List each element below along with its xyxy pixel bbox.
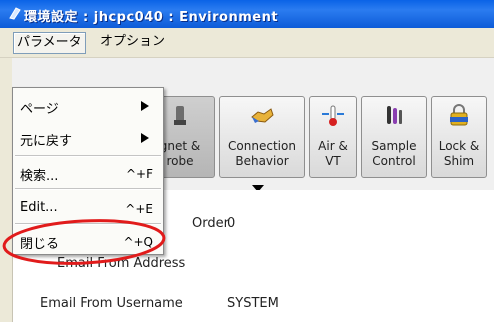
shortcut-label: ^+E bbox=[125, 202, 153, 216]
lock-auto-icon bbox=[450, 104, 468, 126]
sample-control-button[interactable]: Sample Control bbox=[361, 96, 427, 178]
shortcut-label: ^+F bbox=[125, 167, 153, 181]
submenu-arrow-icon bbox=[141, 133, 149, 143]
row-label: Email From Username bbox=[40, 296, 183, 311]
menu-item-close[interactable]: 閉じる ^+Q bbox=[13, 227, 163, 255]
menu-item-page[interactable]: ページ bbox=[13, 92, 163, 120]
sample-control-label: Sample Control bbox=[371, 139, 417, 168]
row-value: 0 bbox=[227, 216, 236, 231]
submenu-arrow-icon bbox=[141, 101, 149, 111]
connection-behavior-label: Connection Behavior bbox=[228, 139, 296, 168]
settings-row[interactable]: Email From Username SYSTEM bbox=[13, 286, 494, 324]
menu-separator bbox=[15, 188, 161, 190]
magnet-probe-icon bbox=[174, 106, 186, 125]
lock-shim-button[interactable]: Lock & Shim bbox=[431, 96, 487, 178]
shortcut-label: ^+Q bbox=[123, 235, 153, 249]
menu-options[interactable]: オプション bbox=[97, 32, 168, 52]
handshake-icon bbox=[251, 108, 274, 123]
air-vt-label: Air & VT bbox=[318, 139, 348, 168]
menu-parameters[interactable]: パラメータ bbox=[13, 32, 86, 54]
connection-behavior-button[interactable]: Connection Behavior bbox=[219, 96, 305, 178]
thermometer-icon bbox=[322, 105, 344, 126]
row-label: Order bbox=[192, 216, 229, 231]
sample-tubes-icon bbox=[387, 106, 402, 124]
row-value: SYSTEM bbox=[227, 296, 279, 311]
menu-separator bbox=[15, 155, 161, 157]
app-icon bbox=[9, 7, 21, 20]
lock-shim-label: Lock & Shim bbox=[438, 139, 480, 168]
parameters-dropdown-menu: ページ 元に戻す 検索... ^+F Edit... ^+E 閉じる ^+Q bbox=[12, 87, 164, 255]
menu-separator bbox=[15, 223, 161, 225]
menu-item-undo[interactable]: 元に戻す bbox=[13, 124, 163, 152]
row-label: Email From Address bbox=[57, 256, 186, 271]
air-vt-button[interactable]: Air & VT bbox=[309, 96, 357, 178]
title-bar[interactable]: 環境設定 : jhcpc040 : Environment bbox=[0, 0, 494, 28]
window-title: 環境設定 : jhcpc040 : Environment bbox=[24, 10, 279, 25]
menu-item-search[interactable]: 検索... ^+F bbox=[13, 159, 163, 187]
menu-bar: パラメータ オプション bbox=[0, 28, 494, 58]
menu-item-edit[interactable]: Edit... ^+E bbox=[13, 194, 163, 222]
